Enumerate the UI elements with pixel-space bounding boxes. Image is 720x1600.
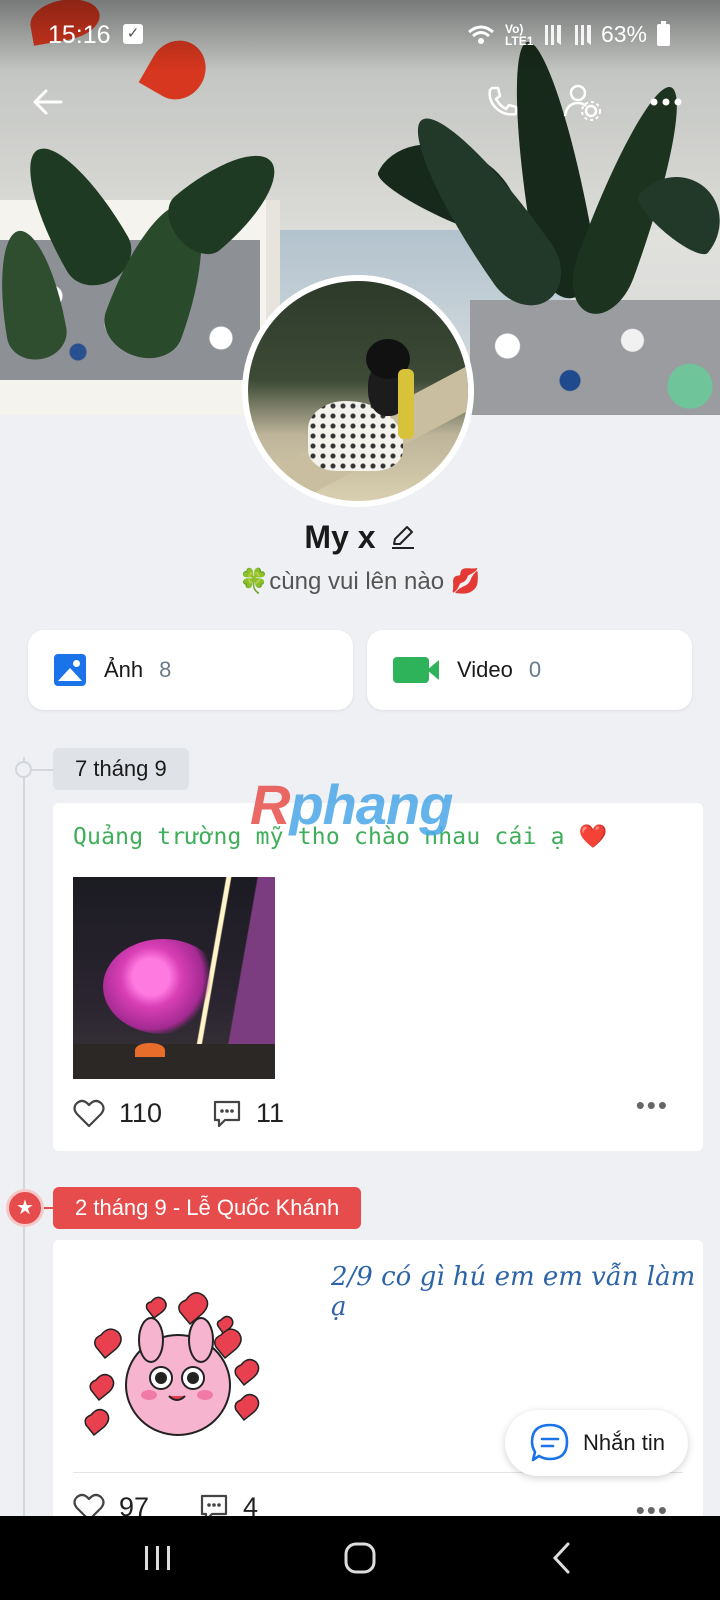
timeline-line (23, 757, 25, 1517)
message-button-label: Nhắn tin (583, 1430, 665, 1455)
photo-pink-tree (103, 939, 223, 1034)
avatar[interactable] (242, 275, 474, 507)
post-caption: 2/9 có gì hú em em vẫn làm ạ (331, 1262, 696, 1322)
heart-outline-icon (73, 1099, 105, 1127)
like-button[interactable]: 110 (73, 1098, 162, 1129)
status-bar: 15:16 ✓ Vo) LTE1 63% (0, 0, 720, 72)
timeline-post[interactable]: Quảng trường mỹ tho chào nhau cái ạ ❤️ 1… (53, 803, 703, 1151)
notification-check-icon: ✓ (123, 24, 143, 44)
photos-label: Ảnh (104, 657, 144, 682)
photo-ground (73, 1044, 275, 1079)
comment-button[interactable]: 11 (212, 1098, 284, 1129)
chat-bubble-icon (530, 1423, 569, 1462)
like-count: 110 (119, 1098, 163, 1128)
timeline-tick (32, 769, 54, 771)
holiday-star-icon: ★ (6, 1189, 44, 1227)
message-button[interactable]: Nhắn tin (505, 1410, 688, 1476)
recent-apps-icon (145, 1546, 170, 1570)
videos-button[interactable]: Video 0 (367, 630, 692, 710)
arrow-left-icon (32, 89, 63, 115)
signal-icon-2 (570, 24, 591, 45)
signal-icon (540, 24, 561, 45)
comment-icon (213, 1100, 241, 1127)
videos-count: 0 (528, 657, 542, 682)
system-nav-bar (0, 1516, 720, 1600)
photos-count: 8 (159, 657, 172, 682)
post-actions: 110 11 (73, 1098, 334, 1129)
user-settings-icon (563, 84, 601, 121)
lips-emoji: 💋 (450, 568, 481, 595)
network-label: Vo) LTE1 (504, 21, 534, 48)
avatar-scarf (398, 369, 414, 439)
post-photo[interactable] (73, 877, 275, 1079)
profile-settings-button[interactable] (560, 80, 604, 124)
status-right: Vo) LTE1 63% (467, 20, 670, 48)
watermark-rest: phang (289, 773, 453, 836)
photo-umbrella (135, 1043, 165, 1057)
date-label: 7 tháng 9 (53, 748, 189, 790)
home-button[interactable] (330, 1538, 390, 1578)
videos-label: Video (457, 657, 513, 682)
timeline-dot (15, 761, 32, 778)
timeline-post[interactable]: 2/9 có gì hú em em vẫn làm ạ 97 4 ••• (53, 1240, 703, 1525)
video-icon (393, 657, 439, 683)
more-horizontal-icon (650, 98, 682, 106)
bunny-hearts-sticker[interactable] (81, 1280, 271, 1455)
edit-pencil-icon[interactable] (390, 524, 416, 550)
heart-emoji: ❤️ (578, 824, 608, 850)
profile-name-row: My x (0, 512, 720, 562)
photos-button[interactable]: Ảnh 8 (28, 630, 353, 710)
back-button[interactable] (26, 80, 70, 124)
recent-apps-button[interactable] (128, 1538, 188, 1578)
call-button[interactable] (480, 80, 524, 124)
date-label-holiday: 2 tháng 9 - Lễ Quốc Khánh (53, 1187, 362, 1229)
home-icon (344, 1542, 376, 1574)
status-time: 15:16 (48, 21, 111, 49)
profile-status: 🍀cùng vui lên nào 💋 (0, 567, 720, 596)
system-back-button[interactable] (532, 1538, 592, 1578)
battery-icon (657, 20, 670, 46)
watermark-logo: Rphang (250, 772, 453, 837)
post-more-icon[interactable]: ••• (636, 1090, 669, 1121)
more-button[interactable] (644, 80, 688, 124)
chevron-left-icon (552, 1542, 570, 1574)
clover-emoji: 🍀 (239, 568, 270, 595)
profile-status-text: cùng vui lên nào (269, 568, 445, 595)
profile-name: My x (304, 518, 376, 555)
watermark-first: R (250, 773, 290, 836)
battery-percent: 63% (600, 21, 647, 47)
phone-icon (488, 86, 518, 116)
photo-icon (54, 654, 86, 686)
cover-stones-right (470, 300, 720, 415)
comment-count: 11 (256, 1098, 285, 1128)
wifi-icon (467, 25, 494, 44)
